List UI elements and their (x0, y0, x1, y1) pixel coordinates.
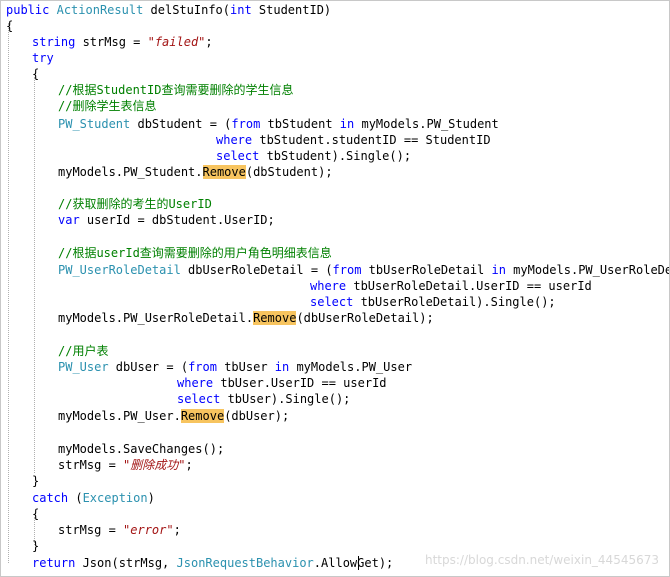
code-line: var userId = dbStudent.UserID; (58, 213, 275, 227)
code-line: catch (Exception) (32, 491, 155, 505)
code-line: PW_User dbUser = (from tbUser in myModel… (58, 360, 413, 374)
code-line: select tbStudent).Single(); (216, 149, 412, 163)
code-area[interactable]: public ActionResult delStuInfo(int Stude… (1, 1, 669, 576)
code-line: myModels.PW_UserRoleDetail.Remove(dbUser… (58, 311, 434, 325)
code-line: } (32, 539, 40, 553)
code-comment: //获取删除的考生的UserID (58, 197, 212, 211)
code-line: strMsg = "error"; (58, 523, 181, 537)
code-comment: //删除学生表信息 (58, 99, 157, 113)
code-line: { (32, 67, 40, 81)
code-comment: //用户表 (58, 344, 109, 358)
code-editor[interactable]: public ActionResult delStuInfo(int Stude… (0, 0, 670, 577)
code-line: select tbUser).Single(); (177, 392, 351, 406)
text-caret (358, 556, 359, 570)
code-line: where tbUserRoleDetail.UserID == userId (310, 279, 592, 293)
code-line: try (32, 51, 54, 65)
search-highlight: Remove (202, 165, 246, 179)
search-highlight: Remove (253, 311, 297, 325)
code-line: where tbUser.UserID == userId (177, 376, 387, 390)
code-line: } (32, 474, 40, 488)
code-line: myModels.SaveChanges(); (58, 442, 225, 456)
code-line: return Json(strMsg, JsonRequestBehavior.… (32, 556, 394, 570)
search-highlight: Remove (180, 409, 225, 423)
code-line: { (6, 19, 14, 33)
code-line: myModels.PW_User.Remove(dbUser); (58, 409, 290, 423)
code-line: select tbUserRoleDetail).Single(); (310, 295, 556, 309)
code-line: PW_UserRoleDetail dbUserRoleDetail = (fr… (58, 263, 670, 277)
code-line: public ActionResult delStuInfo(int Stude… (6, 3, 332, 17)
code-line: where tbStudent.studentID == StudentID (216, 133, 491, 147)
code-line: strMsg = "删除成功"; (58, 458, 193, 472)
code-line: PW_Student dbStudent = (from tbStudent i… (58, 117, 499, 131)
code-line: string strMsg = "failed"; (32, 35, 213, 49)
code-line: myModels.PW_Student.Remove(dbStudent); (58, 165, 333, 179)
code-line: { (32, 507, 40, 521)
watermark: https://blog.csdn.net/weixin_44545673 (424, 553, 659, 567)
code-comment: //根据StudentID查询需要删除的学生信息 (58, 83, 294, 97)
code-comment: //根据userId查询需要删除的用户角色明细表信息 (58, 246, 332, 260)
